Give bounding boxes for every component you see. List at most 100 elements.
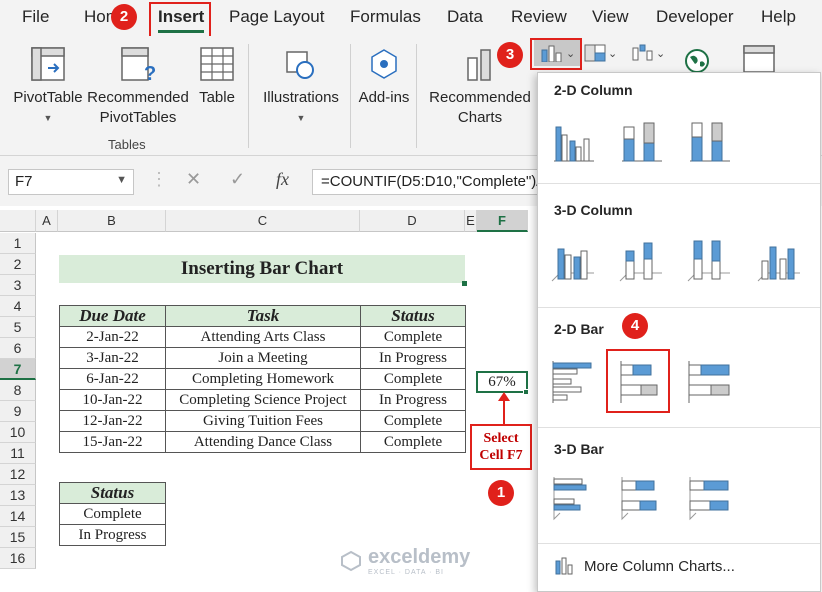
table-cell-task[interactable]: Giving Tuition Fees xyxy=(165,410,361,432)
table-cell-status[interactable]: In Progress xyxy=(360,389,466,411)
column-header-a[interactable]: A xyxy=(36,210,58,232)
fill-handle[interactable] xyxy=(523,389,529,395)
3d-clustered-bar-icon[interactable] xyxy=(550,475,596,521)
header-status: Status xyxy=(360,305,466,327)
table-cell-due-date[interactable]: 10-Jan-22 xyxy=(59,389,166,411)
row-header-14[interactable]: 14 xyxy=(0,506,36,527)
tab-data[interactable]: Data xyxy=(447,7,483,27)
chevron-down-icon: ⌄ xyxy=(608,47,618,60)
section-2d-bar: 2-D Bar xyxy=(554,321,604,337)
section-2d-column: 2-D Column xyxy=(554,82,633,98)
table-cell-due-date[interactable]: 2-Jan-22 xyxy=(59,326,166,348)
callout-1: 1 xyxy=(488,480,514,506)
table-cell-task[interactable]: Completing Science Project xyxy=(165,389,361,411)
header-due-date: Due Date xyxy=(59,305,166,327)
stacked-column-icon[interactable] xyxy=(618,117,664,163)
select-all-corner[interactable] xyxy=(0,210,36,232)
name-box[interactable]: F7 ▼ xyxy=(8,169,134,195)
exceldemy-logo-icon xyxy=(341,550,361,572)
formula-input[interactable]: =COUNTIF(D5:D10,"Complete")/COUNTA(D5:D1… xyxy=(312,169,572,195)
table-cell-status[interactable]: Complete xyxy=(360,326,466,348)
table-cell-due-date[interactable]: 15-Jan-22 xyxy=(59,431,166,453)
row-header-4[interactable]: 4 xyxy=(0,296,36,317)
tab-file[interactable]: File xyxy=(22,7,49,27)
row-header-7[interactable]: 7 xyxy=(0,359,36,380)
100-stacked-bar-icon[interactable] xyxy=(686,359,732,405)
row-header-3[interactable]: 3 xyxy=(0,275,36,296)
cell-f7[interactable]: 67% xyxy=(476,371,528,393)
clustered-bar-icon[interactable] xyxy=(550,359,596,405)
addins-button[interactable]: Add-ins xyxy=(358,44,410,108)
pointer-arrow-icon xyxy=(498,392,510,425)
section-3d-bar: 3-D Bar xyxy=(554,441,604,457)
ribbon-divider xyxy=(416,44,417,148)
table-cell-task[interactable]: Attending Dance Class xyxy=(165,431,361,453)
stacked-bar-icon[interactable] xyxy=(618,359,664,405)
table-cell-task[interactable]: Join a Meeting xyxy=(165,347,361,369)
pivotchart-icon xyxy=(743,45,775,73)
illustrations-button[interactable]: Illustrations ▼ xyxy=(258,44,344,128)
more-column-charts-link[interactable]: More Column Charts... xyxy=(554,557,735,575)
row-header-5[interactable]: 5 xyxy=(0,317,36,338)
pivotchart-button[interactable] xyxy=(742,45,776,73)
100-stacked-column-icon[interactable] xyxy=(686,117,732,163)
row-header-8[interactable]: 8 xyxy=(0,380,36,401)
3d-column-icon[interactable] xyxy=(756,237,802,283)
recommended-pivottables-label: Recommended PivotTables xyxy=(87,89,189,126)
row-header-15[interactable]: 15 xyxy=(0,527,36,548)
status-list-item[interactable]: Complete xyxy=(59,503,166,525)
tab-help[interactable]: Help xyxy=(761,7,796,27)
chevron-down-icon[interactable]: ▼ xyxy=(116,174,127,186)
column-header-e[interactable]: E xyxy=(465,210,477,232)
tab-developer[interactable]: Developer xyxy=(656,7,734,27)
cancel-icon[interactable]: ✕ xyxy=(186,169,201,190)
section-divider xyxy=(538,427,820,428)
insert-hierarchy-chart-button[interactable]: ⌄ xyxy=(584,40,617,66)
maps-button[interactable] xyxy=(684,48,710,74)
row-header-2[interactable]: 2 xyxy=(0,254,36,275)
insert-function-icon[interactable]: fx xyxy=(276,169,289,190)
enter-icon[interactable]: ✓ xyxy=(230,169,245,190)
row-header-10[interactable]: 10 xyxy=(0,422,36,443)
table-cell-due-date[interactable]: 12-Jan-22 xyxy=(59,410,166,432)
3d-clustered-column-icon[interactable] xyxy=(550,237,596,283)
3d-100-stacked-bar-icon[interactable] xyxy=(686,475,732,521)
row-header-16[interactable]: 16 xyxy=(0,548,36,569)
insert-waterfall-chart-button[interactable]: ⌄ xyxy=(632,40,665,66)
table-cell-due-date[interactable]: 6-Jan-22 xyxy=(59,368,166,390)
table-cell-status[interactable]: Complete xyxy=(360,410,466,432)
row-header-13[interactable]: 13 xyxy=(0,485,36,506)
tab-review[interactable]: Review xyxy=(511,7,567,27)
row-header-6[interactable]: 6 xyxy=(0,338,36,359)
table-cell-task[interactable]: Attending Arts Class xyxy=(165,326,361,348)
table-button[interactable]: Table xyxy=(192,44,242,108)
column-header-b[interactable]: B xyxy=(58,210,166,232)
table-cell-status[interactable]: Complete xyxy=(360,368,466,390)
row-header-11[interactable]: 11 xyxy=(0,443,36,464)
tab-view[interactable]: View xyxy=(592,7,629,27)
table-cell-status[interactable]: In Progress xyxy=(360,347,466,369)
row-header-12[interactable]: 12 xyxy=(0,464,36,485)
column-header-c[interactable]: C xyxy=(166,210,360,232)
column-header-f[interactable]: F xyxy=(477,210,528,232)
3d-stacked-column-icon[interactable] xyxy=(618,237,664,283)
section-divider xyxy=(538,307,820,308)
3d-100-stacked-column-icon[interactable] xyxy=(686,237,732,283)
status-list-item[interactable]: In Progress xyxy=(59,524,166,546)
column-header-d[interactable]: D xyxy=(360,210,465,232)
row-header-1[interactable]: 1 xyxy=(0,233,36,254)
table-cell-task[interactable]: Completing Homework xyxy=(165,368,361,390)
table-cell-due-date[interactable]: 3-Jan-22 xyxy=(59,347,166,369)
pivottable-button[interactable]: PivotTable ▼ xyxy=(10,44,86,128)
clustered-column-icon[interactable] xyxy=(550,117,596,163)
3d-stacked-bar-icon[interactable] xyxy=(618,475,664,521)
illustrations-label: Illustrations xyxy=(263,89,339,106)
row-header-9[interactable]: 9 xyxy=(0,401,36,422)
table-cell-status[interactable]: Complete xyxy=(360,431,466,453)
recommended-pivottables-button[interactable]: ? Recommended PivotTables xyxy=(86,44,190,128)
tab-formulas[interactable]: Formulas xyxy=(350,7,421,27)
cell-marker xyxy=(462,281,467,286)
tab-page-layout[interactable]: Page Layout xyxy=(229,7,324,27)
more-icon: ⋮ xyxy=(150,169,168,189)
callout-3: 3 xyxy=(497,42,523,68)
